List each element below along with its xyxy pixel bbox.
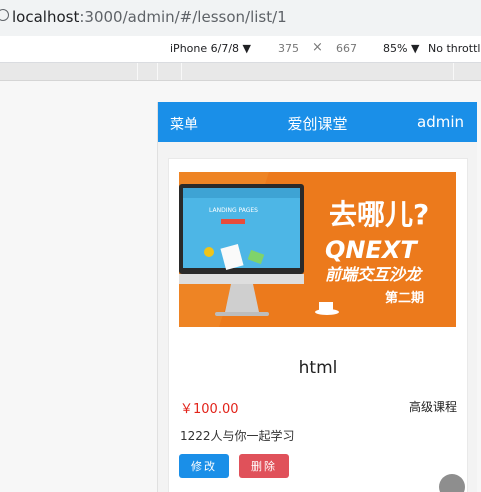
delete-button[interactable]: 删除 [239,454,289,478]
ruler-segment[interactable] [137,63,158,80]
device-width-input[interactable]: 375 [278,42,299,55]
user-link[interactable]: admin [417,113,464,131]
app-header: 菜单 爱创课堂 admin [158,102,477,142]
lesson-banner-image: LANDING PAGES 去哪儿? QNEXT 前端交互沙龙 第二期 [179,172,456,327]
banner-screen-text: LANDING PAGES [209,207,258,214]
info-icon[interactable] [0,9,9,21]
throttle-select[interactable]: No throttl [428,42,480,55]
url-text[interactable]: localhost:3000/admin/#/lesson/list/1 [12,8,287,26]
mobile-page: 菜单 爱创课堂 admin LANDING PAGES 去哪儿? QNEXT 前… [157,102,477,492]
url-path: :3000/admin/#/lesson/list/1 [79,8,287,26]
ruler-segment[interactable] [157,63,182,80]
banner-subtitle: 前端交互沙龙 [325,265,423,284]
device-height-input[interactable]: 667 [336,42,357,55]
url-host: localhost [12,8,80,26]
zoom-select[interactable]: 85% ▼ [383,42,419,55]
device-select[interactable]: iPhone 6/7/8 ▼ [170,42,251,55]
ruler-segment[interactable] [453,63,474,80]
lesson-title[interactable]: html [169,358,467,378]
learner-count: 1222人与你一起学习 [180,429,295,443]
lesson-card: LANDING PAGES 去哪儿? QNEXT 前端交互沙龙 第二期 html… [168,158,468,492]
media-query-ruler[interactable] [0,63,481,81]
floating-action-button[interactable] [439,474,465,492]
device-viewport: 菜单 爱创课堂 admin LANDING PAGES 去哪儿? QNEXT 前… [0,81,481,492]
ruler-segment[interactable] [181,63,454,80]
edit-button[interactable]: 修改 [179,454,229,478]
lesson-price: ￥100.00 [180,402,239,417]
banner-brand: QNEXT [325,236,418,264]
device-toolbar: iPhone 6/7/8 ▼ 375 × 667 85% ▼ No thrott… [0,36,481,63]
banner-headline: 去哪儿? [329,198,429,231]
lesson-level: 高级课程 [408,400,457,414]
banner-issue: 第二期 [385,290,424,306]
dimension-separator: × [312,40,323,55]
address-bar[interactable]: localhost:3000/admin/#/lesson/list/1 [0,0,481,36]
